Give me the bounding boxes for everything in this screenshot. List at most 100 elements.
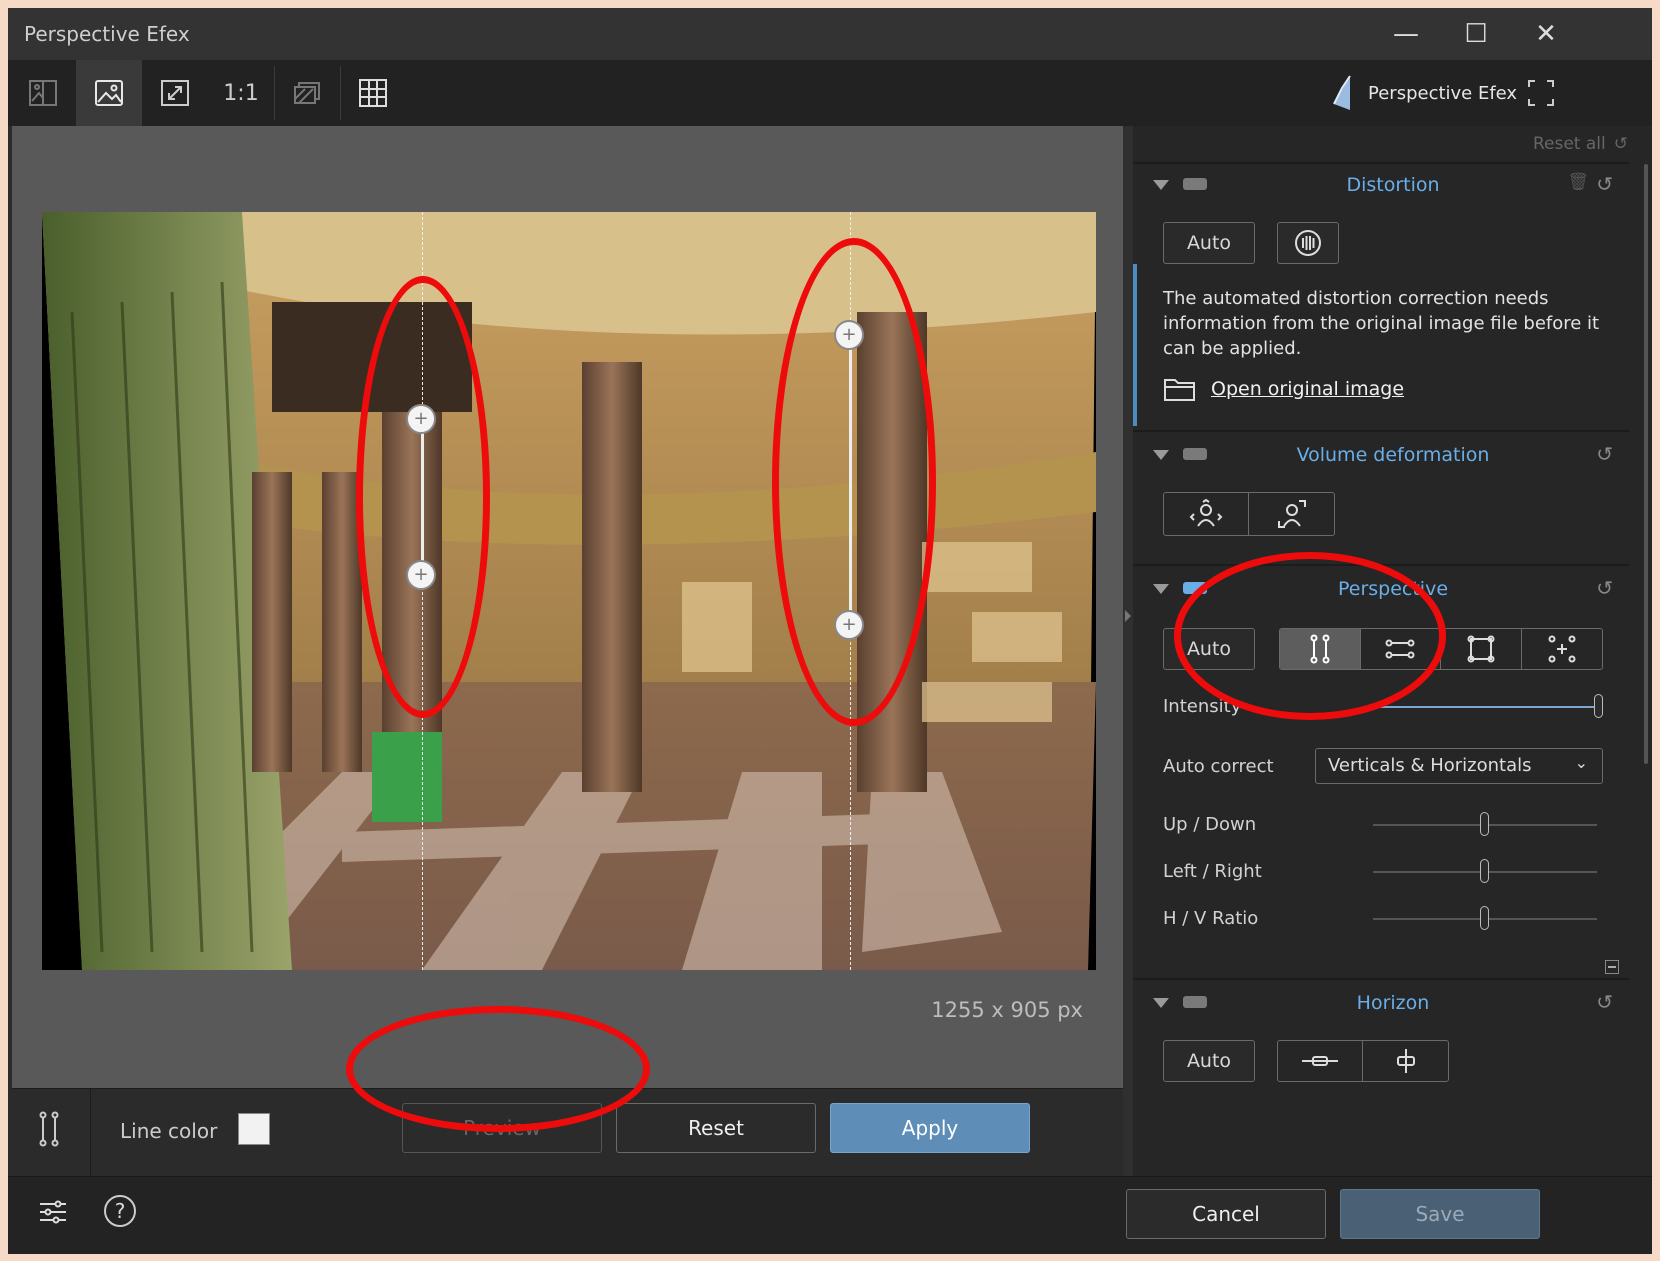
auto-correct-select[interactable]: Verticals & Horizontals ⌄ — [1315, 748, 1603, 784]
distortion-info-text: The automated distortion correction need… — [1163, 288, 1600, 359]
left-right-slider[interactable] — [1373, 859, 1597, 883]
undo-icon[interactable]: ↺ — [1596, 172, 1613, 196]
image-dimensions: 1255 x 905 px — [931, 998, 1083, 1022]
open-original-link[interactable]: Open original image — [1163, 376, 1404, 402]
cancel-button[interactable]: Cancel — [1126, 1189, 1326, 1239]
brand: Perspective Efex — [1330, 60, 1517, 126]
intensity-slider-knob[interactable] — [1594, 694, 1603, 718]
preview-button[interactable]: Preview — [402, 1103, 602, 1153]
hv-ratio-slider-knob[interactable] — [1480, 906, 1489, 930]
compare-view-button[interactable] — [10, 60, 76, 126]
guide-handle[interactable]: + — [834, 320, 864, 350]
horizon-auto-button[interactable]: Auto — [1163, 1040, 1255, 1082]
perspective-efex-logo-icon — [1333, 75, 1351, 110]
collapse-arrow-icon — [1125, 610, 1131, 622]
reset-all-label: Reset all — [1532, 134, 1606, 154]
close-button[interactable]: ✕ — [1524, 14, 1568, 54]
horizon-vertical-button[interactable] — [1363, 1041, 1448, 1081]
left-right-label: Left / Right — [1163, 861, 1262, 882]
horizon-header[interactable]: Horizon ↺ — [1133, 980, 1633, 1028]
undo-icon[interactable]: ↺ — [1596, 442, 1613, 466]
atrium-photo — [42, 212, 1096, 970]
open-original-label[interactable]: Open original image — [1211, 378, 1404, 400]
vertical-guides-icon — [39, 1111, 59, 1147]
app-window: Perspective Efex — ☐ ✕ 1:1 Perspective E… — [8, 8, 1652, 1254]
save-button[interactable]: Save — [1340, 1189, 1540, 1239]
volume-deformation-header[interactable]: Volume deformation ↺ — [1133, 432, 1633, 480]
guide-handle[interactable]: + — [834, 610, 864, 640]
rectangle-mode-button[interactable] — [1441, 629, 1522, 669]
undo-icon[interactable]: ↺ — [1596, 576, 1613, 600]
trash-icon[interactable]: 🗑 — [1567, 172, 1589, 192]
intensity-slider-fill — [1373, 706, 1599, 708]
volume-corner-button[interactable] — [1249, 493, 1334, 535]
intensity-slider[interactable] — [1373, 694, 1603, 718]
reset-all-button[interactable]: Reset all ↺ — [1533, 134, 1628, 154]
up-down-slider[interactable] — [1373, 812, 1597, 836]
horizontal-guides-icon — [1385, 639, 1415, 659]
fit-to-screen-button[interactable] — [142, 60, 208, 126]
volume-deformation-title: Volume deformation — [1296, 444, 1490, 466]
lens-icon — [1295, 230, 1321, 256]
settings-panel: Reset all ↺ Distortion 🗑 ↺ Auto The auto… — [1133, 126, 1652, 1176]
guide-segment-right — [849, 336, 852, 626]
auto-correct-label: Auto correct — [1163, 756, 1274, 777]
toolbar: 1:1 Perspective Efex — [8, 60, 1652, 126]
maximize-button[interactable]: ☐ — [1454, 14, 1498, 54]
reset-button[interactable]: Reset — [616, 1103, 816, 1153]
single-view-button[interactable] — [76, 60, 142, 126]
guide-segment-left — [421, 420, 424, 576]
panel-scrollbar[interactable] — [1644, 164, 1648, 764]
fullscreen-button[interactable] — [1508, 60, 1574, 126]
horizontal-lines-mode-button[interactable] — [1361, 629, 1441, 669]
vertical-guides-icon — [1310, 634, 1330, 664]
horizon-title: Horizon — [1356, 992, 1430, 1014]
distortion-auto-button[interactable]: Auto — [1163, 222, 1255, 264]
auto-correct-value: Verticals & Horizontals — [1328, 755, 1532, 776]
vertical-lines-mode-button[interactable] — [1280, 629, 1361, 669]
perspective-auto-button[interactable]: Auto — [1163, 628, 1255, 670]
left-right-slider-knob[interactable] — [1480, 859, 1489, 883]
perspective-mode-group — [1279, 628, 1603, 670]
collapse-small-button[interactable] — [1605, 960, 1619, 974]
preview-photo[interactable]: + + + + — [42, 212, 1096, 970]
info-accent-bar — [1133, 264, 1137, 426]
distortion-header[interactable]: Distortion 🗑 ↺ — [1133, 162, 1633, 210]
brand-name: Perspective Efex — [1368, 82, 1518, 104]
grid-toggle-button[interactable] — [340, 60, 406, 126]
points-mode-button[interactable] — [1522, 629, 1603, 669]
settings-button[interactable] — [38, 1197, 68, 1231]
help-button[interactable]: ? — [104, 1195, 136, 1227]
layers-icon — [294, 82, 320, 104]
help-icon: ? — [114, 1199, 126, 1223]
points-guides-icon — [1548, 635, 1576, 663]
image-canvas[interactable]: + + + + 1255 x 905 px — [12, 126, 1123, 1088]
line-color-label: Line color — [120, 1119, 218, 1143]
panel-splitter[interactable] — [1123, 126, 1133, 1176]
sliders-icon — [40, 1200, 66, 1224]
perspective-title: Perspective — [1337, 578, 1449, 600]
overlay-toggle-button[interactable] — [274, 60, 340, 126]
guide-mode-button[interactable] — [34, 1111, 64, 1151]
minimize-button[interactable]: — — [1384, 14, 1428, 54]
undo-icon[interactable]: ↺ — [1596, 990, 1613, 1014]
title-bar: Perspective Efex — ☐ ✕ — [8, 8, 1652, 60]
guide-line-left[interactable] — [422, 212, 423, 970]
hv-ratio-slider[interactable] — [1373, 906, 1597, 930]
guide-handle[interactable]: + — [406, 404, 436, 434]
apply-button[interactable]: Apply — [830, 1103, 1030, 1153]
grid-icon — [359, 79, 387, 107]
image-icon — [95, 80, 123, 106]
volume-deformation-mode-group — [1163, 492, 1335, 536]
person-corner-icon — [1277, 500, 1306, 528]
folder-icon — [1164, 379, 1195, 401]
guide-handle[interactable]: + — [406, 560, 436, 590]
horizon-horizontal-button[interactable] — [1278, 1041, 1363, 1081]
line-color-swatch[interactable] — [238, 1113, 270, 1145]
zoom-1to1-button[interactable]: 1:1 — [208, 60, 274, 126]
lens-profile-button[interactable] — [1277, 222, 1339, 264]
up-down-slider-knob[interactable] — [1480, 812, 1489, 836]
rectangle-guides-icon — [1467, 635, 1495, 663]
volume-center-button[interactable] — [1164, 493, 1249, 535]
perspective-header[interactable]: Perspective ↺ — [1133, 566, 1633, 614]
